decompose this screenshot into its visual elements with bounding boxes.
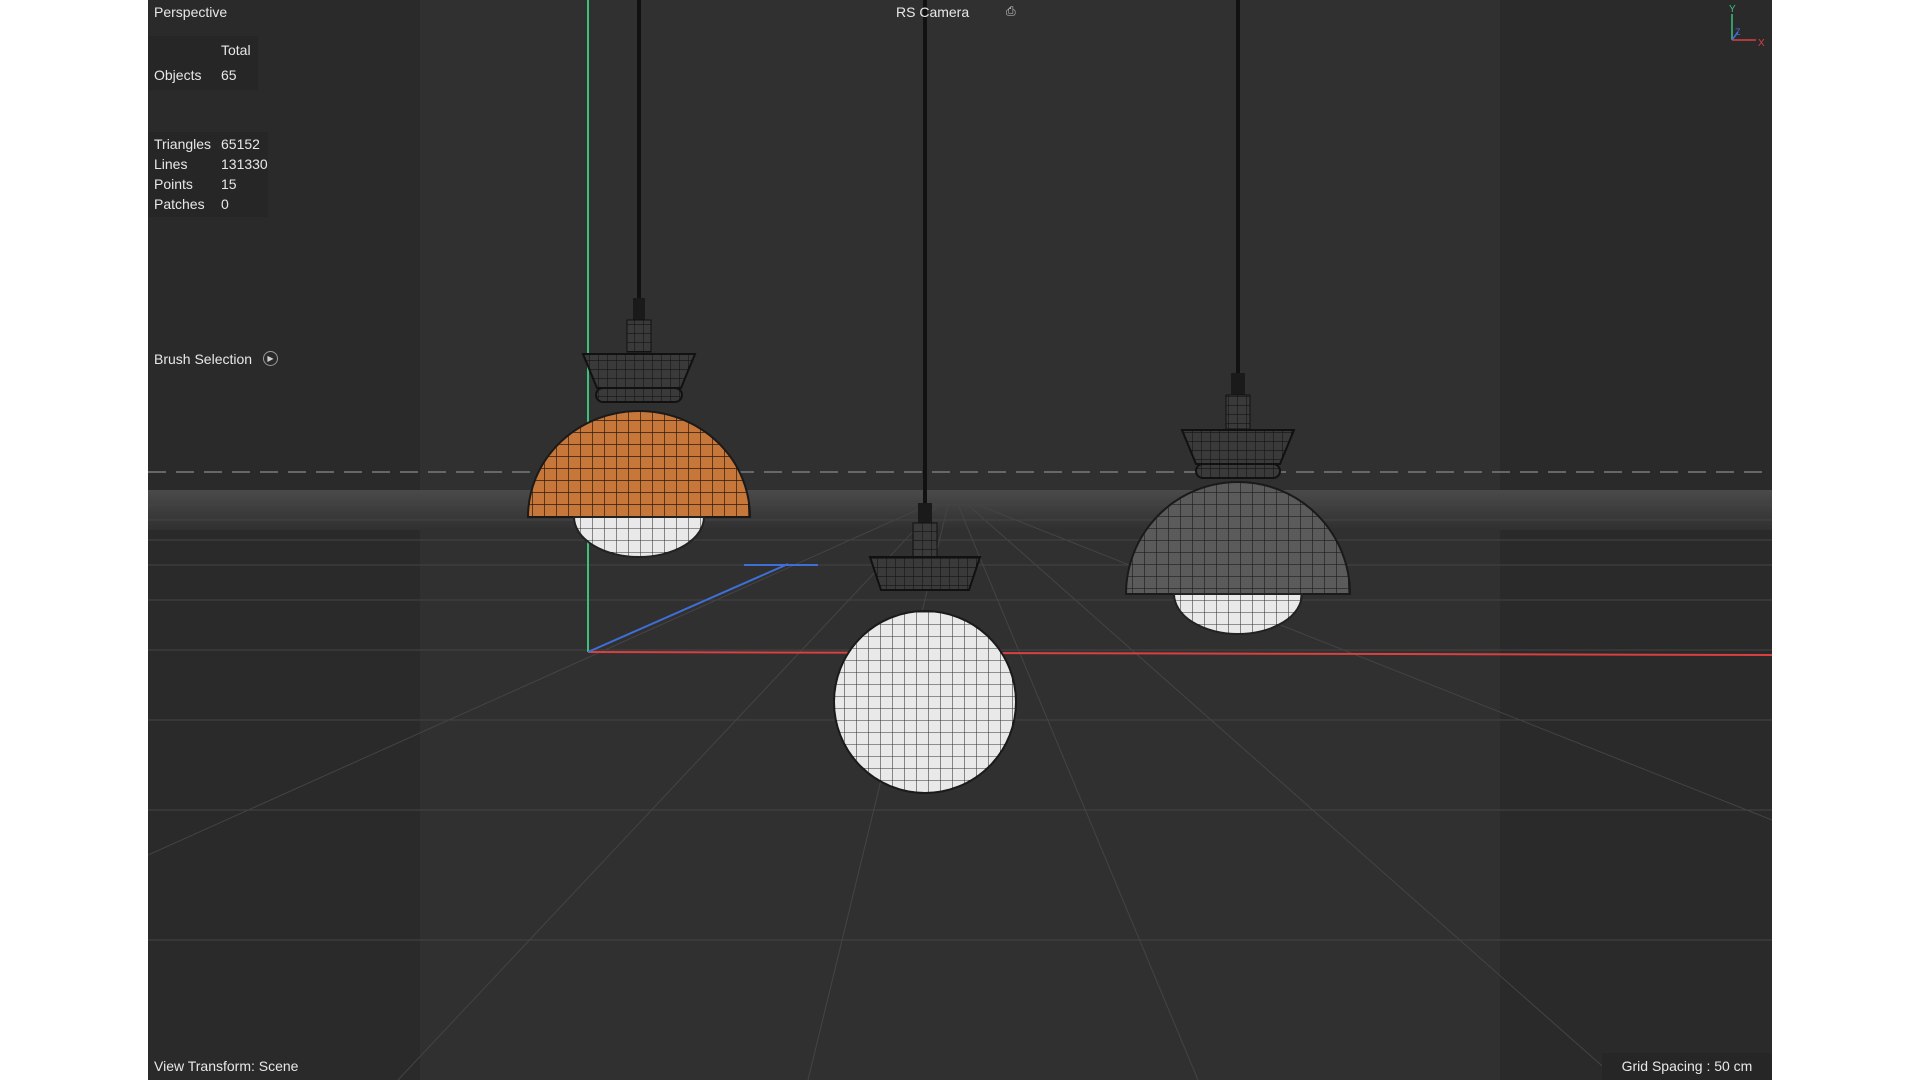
stats-label: Triangles bbox=[154, 136, 212, 152]
stats-geometry-panel: Triangles 65152 Lines 131330 Points 15 P… bbox=[148, 132, 268, 217]
axis-gizmo: Y Z X bbox=[1729, 4, 1765, 49]
3d-viewport[interactable]: Perspective RS Camera ⎙ Total Objects 65… bbox=[148, 0, 1772, 1080]
x-axis-line bbox=[587, 651, 1772, 656]
pendant-lamp-orange[interactable] bbox=[526, 0, 752, 558]
stats-value: 131330 bbox=[221, 156, 268, 172]
stats-objects-label: Objects bbox=[154, 67, 202, 83]
active-camera-label[interactable]: RS Camera bbox=[896, 3, 969, 21]
view-transform-label: View Transform: Scene bbox=[154, 1058, 299, 1074]
stats-label: Patches bbox=[154, 196, 205, 212]
stats-row: Points 15 bbox=[154, 174, 268, 194]
grid-spacing-label: Grid Spacing : 50 cm bbox=[1602, 1053, 1772, 1080]
pendant-lamp-grey[interactable] bbox=[1124, 0, 1352, 635]
play-circle-icon[interactable]: ▶ bbox=[263, 351, 278, 366]
stats-row: Patches 0 bbox=[154, 194, 268, 214]
gizmo-x-label: X bbox=[1758, 38, 1765, 49]
view-name[interactable]: Perspective bbox=[154, 3, 227, 21]
scene-render[interactable] bbox=[148, 0, 1772, 1080]
stats-row: Triangles 65152 bbox=[154, 134, 268, 154]
stats-label: Points bbox=[154, 176, 193, 192]
gizmo-y-label: Y bbox=[1729, 4, 1736, 15]
stats-label: Lines bbox=[154, 156, 188, 172]
stats-total-panel: Total Objects 65 bbox=[148, 36, 258, 90]
z-axis-line bbox=[587, 563, 789, 653]
floor-grid bbox=[148, 504, 1772, 1080]
brush-selection-label[interactable]: Brush Selection bbox=[154, 350, 252, 368]
stats-value: 15 bbox=[221, 176, 237, 192]
stats-row: Lines 131330 bbox=[154, 154, 268, 174]
stats-objects-value: 65 bbox=[221, 67, 237, 83]
stats-value: 0 bbox=[221, 196, 229, 212]
pendant-lamp-white[interactable] bbox=[833, 0, 1017, 794]
stats-value: 65152 bbox=[221, 136, 260, 152]
camera-lock-icon[interactable]: ⎙ bbox=[1006, 4, 1022, 18]
stats-total-header: Total bbox=[221, 42, 251, 58]
gizmo-z-label: Z bbox=[1735, 27, 1741, 37]
